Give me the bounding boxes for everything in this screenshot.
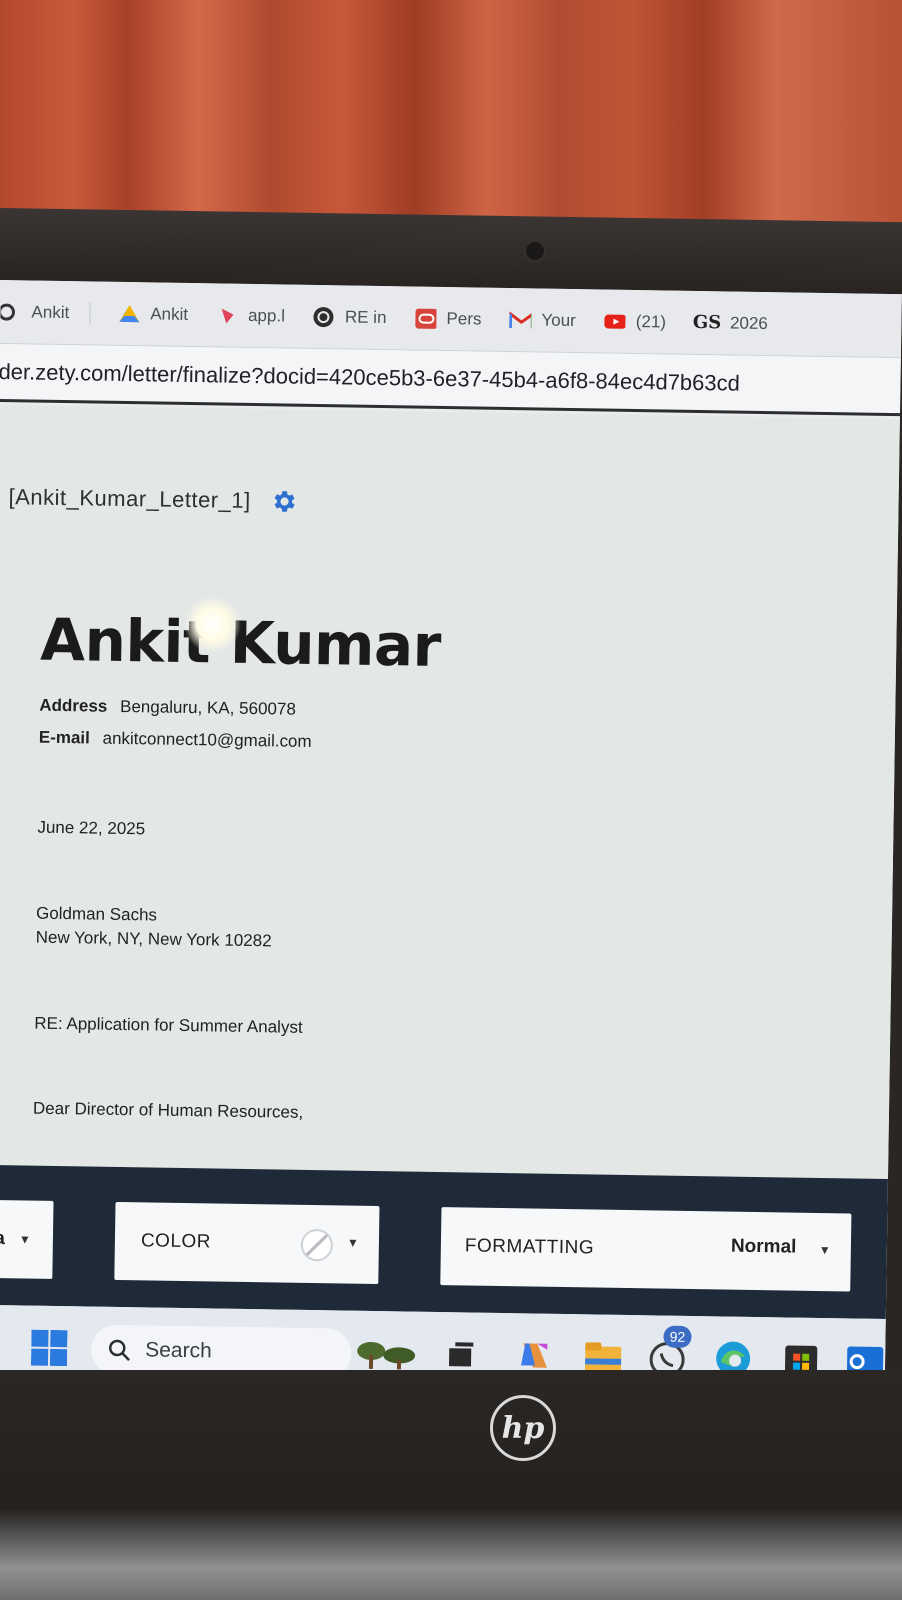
formatting-dropdown[interactable]: FORMATTING Normal ▼ — [440, 1207, 852, 1292]
tab-2[interactable]: Ankit — [104, 281, 203, 347]
tab-separator — [89, 301, 91, 324]
tab-label: RE in — [344, 306, 387, 327]
email-line: E-mail ankitconnect10@gmail.com — [39, 728, 312, 752]
chatgpt-icon — [313, 305, 335, 327]
tab-3[interactable]: app.l — [202, 283, 300, 349]
formatting-label: FORMATTING — [464, 1235, 595, 1259]
search-label: Search — [145, 1338, 212, 1363]
email-label: E-mail — [38, 727, 90, 748]
gmail-icon — [509, 309, 532, 331]
recipient-company: Goldman Sachs — [35, 903, 158, 925]
color-label: COLOR — [140, 1230, 212, 1253]
formatting-value: Normal — [730, 1235, 797, 1258]
color-swatch-icon — [300, 1228, 334, 1262]
hp-logo: hp — [490, 1395, 556, 1461]
tab-label: 2026 — [729, 312, 769, 333]
formatting-toolbar: ra ▼ COLOR ▼ FORMATTING Normal ▼ — [0, 1164, 888, 1320]
letter-date: June 22, 2025 — [37, 817, 146, 839]
laptop-bezel-bottom — [0, 1370, 902, 1600]
tab-7[interactable]: (21) — [589, 289, 680, 354]
address-label: Address — [39, 695, 108, 716]
gs-icon: GS — [692, 311, 722, 334]
letter-salutation: Dear Director of Human Resources, — [32, 1098, 304, 1122]
tab-1[interactable]: Ankit — [0, 280, 105, 345]
color-dropdown[interactable]: COLOR ▼ — [114, 1201, 380, 1285]
letter-subject: RE: Application for Summer Analyst — [34, 1013, 303, 1037]
tab-label: Your — [541, 310, 576, 330]
tab-6[interactable]: Your — [495, 287, 590, 352]
email-value: ankitconnect10@gmail.com — [102, 728, 312, 751]
font-dropdown-value: ra — [0, 1227, 6, 1250]
trees-widget-icon[interactable] — [355, 1333, 420, 1374]
chevron-down-icon: ▼ — [346, 1235, 359, 1250]
windows-start-icon[interactable] — [30, 1329, 68, 1367]
font-dropdown[interactable]: ra ▼ — [0, 1199, 54, 1279]
address-value: Bengaluru, KA, 560078 — [119, 696, 297, 719]
circle-icon — [0, 300, 22, 322]
task-view-icon[interactable] — [447, 1334, 478, 1374]
gear-icon[interactable] — [270, 487, 298, 515]
tab-label: Ankit — [150, 303, 189, 324]
tab-5[interactable]: Pers — [400, 286, 496, 351]
document-file-name[interactable]: [Ankit_Kumar_Letter_1] — [8, 484, 251, 514]
app-icon — [216, 304, 238, 326]
tab-label: Ankit — [31, 301, 70, 322]
webcam — [524, 240, 546, 262]
laptop-screen: Ankit Ankit app.l RE in Pers Your (21) G… — [0, 280, 902, 1405]
tab-label: app.l — [247, 305, 286, 325]
recipient-address: New York, NY, New York 10282 — [35, 927, 272, 951]
document-title-row: [Ankit_Kumar_Letter_1] — [8, 483, 299, 516]
tab-label: Pers — [446, 308, 482, 329]
search-icon — [108, 1339, 130, 1362]
google-drive-icon — [118, 302, 140, 324]
tab-8[interactable]: GS 2026 — [680, 290, 783, 356]
chevron-down-icon: ▼ — [18, 1232, 31, 1247]
url-text[interactable]: der.zety.com/letter/finalize?docid=420ce… — [0, 358, 740, 396]
applicant-name: Ankit Kumar — [39, 605, 442, 680]
notification-badge: 92 — [663, 1325, 692, 1348]
letter-preview: [Ankit_Kumar_Letter_1] Ankit Kumar Addre… — [0, 404, 900, 1180]
address-line: Address Bengaluru, KA, 560078 — [39, 696, 296, 720]
oracle-icon — [414, 307, 437, 329]
tab-4[interactable]: RE in — [298, 284, 401, 350]
background-curtain — [0, 0, 902, 230]
chevron-down-icon: ▼ — [818, 1242, 831, 1258]
youtube-icon — [604, 310, 626, 332]
tab-label: (21) — [635, 311, 667, 331]
